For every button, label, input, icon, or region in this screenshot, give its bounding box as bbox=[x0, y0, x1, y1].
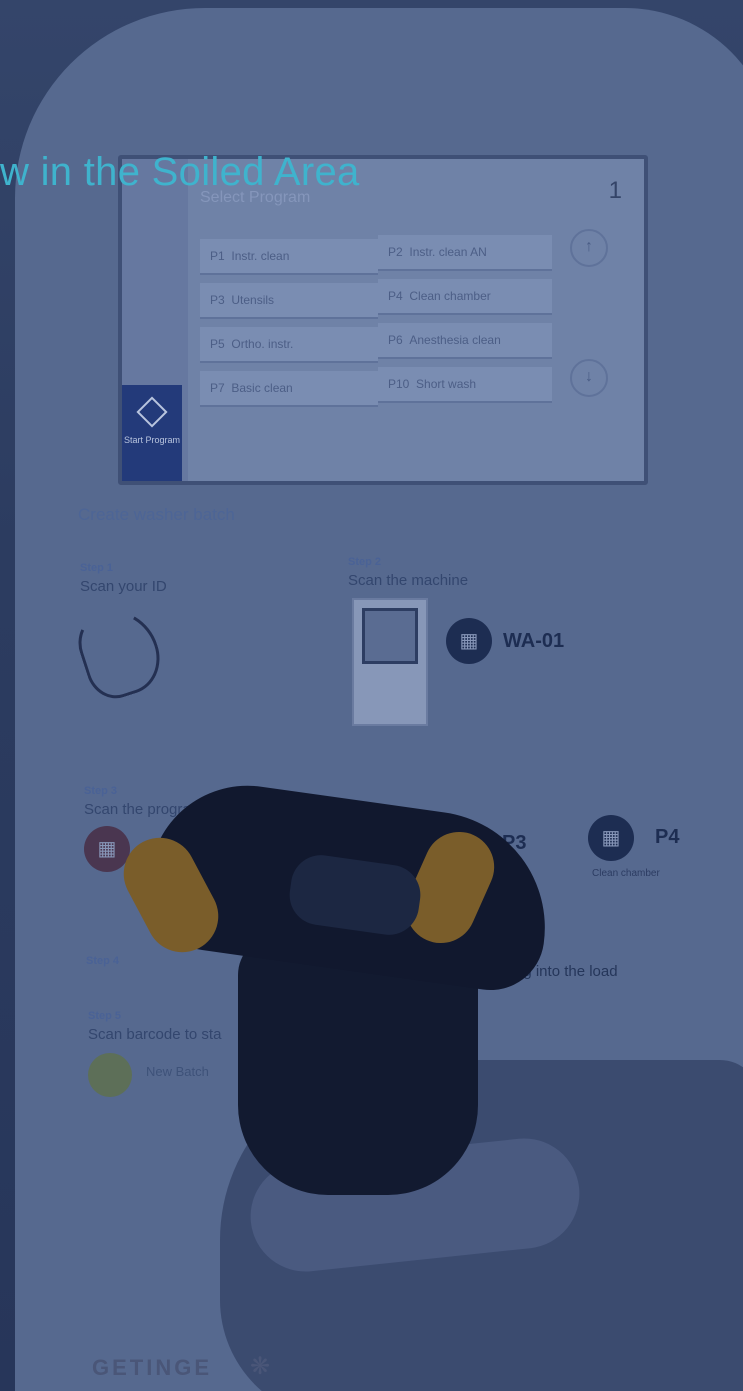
qr-code-icon: ▦ bbox=[84, 826, 130, 872]
program-item: P1 Instr. clean bbox=[200, 239, 378, 275]
headline: w in the Soiled Area bbox=[0, 150, 360, 194]
scroll-up-icon: ↑ bbox=[570, 229, 608, 267]
program-code-caption: Clean chamber bbox=[592, 868, 660, 879]
step2-text: Scan the machine bbox=[348, 572, 469, 589]
start-program-button: Start Program bbox=[122, 385, 182, 481]
poster-title: Create washer batch bbox=[78, 505, 235, 524]
step3-label: Step 3 bbox=[84, 785, 118, 797]
scroll-down-icon: ↓ bbox=[570, 359, 608, 397]
program-item: P6 Anesthesia clean bbox=[378, 323, 552, 359]
getinge-star-icon: ❋ bbox=[250, 1353, 271, 1380]
qr-code-icon: ▦ bbox=[588, 815, 634, 861]
qr-code-icon: ▦ bbox=[446, 618, 492, 664]
getinge-logo: GETINGE bbox=[92, 1355, 213, 1380]
washer-machine-image bbox=[352, 598, 428, 726]
program-item: P10 Short wash bbox=[378, 367, 552, 403]
new-batch-label: New Batch bbox=[146, 1064, 209, 1079]
start-diamond-icon bbox=[136, 396, 168, 428]
program-item: P7 Basic clean bbox=[200, 371, 378, 407]
machine-code: WA-01 bbox=[503, 630, 565, 652]
step5-label: Step 5 bbox=[88, 1010, 122, 1022]
new-batch-qr-icon bbox=[88, 1053, 132, 1097]
step1-text: Scan your ID bbox=[80, 578, 167, 595]
step5-text: Scan barcode to sta bbox=[88, 1026, 222, 1043]
step2-label: Step 2 bbox=[348, 556, 382, 568]
washer-touchscreen: Start Program Select Program 1 P1 Instr.… bbox=[118, 155, 648, 485]
washer-door bbox=[362, 608, 418, 664]
screen-counter: 1 bbox=[608, 177, 622, 204]
step4-label: Step 4 bbox=[86, 955, 120, 967]
program-item: P2 Instr. clean AN bbox=[378, 235, 552, 271]
program-code: P4 bbox=[655, 826, 680, 848]
program-item: P5 Ortho. instr. bbox=[200, 327, 378, 363]
step1-label: Step 1 bbox=[80, 562, 114, 574]
photo-scene: Start Program Select Program 1 P1 Instr.… bbox=[0, 0, 743, 1391]
start-program-label: Start Program bbox=[123, 435, 181, 445]
program-item: P3 Utensils bbox=[200, 283, 378, 319]
program-item: P4 Clean chamber bbox=[378, 279, 552, 315]
